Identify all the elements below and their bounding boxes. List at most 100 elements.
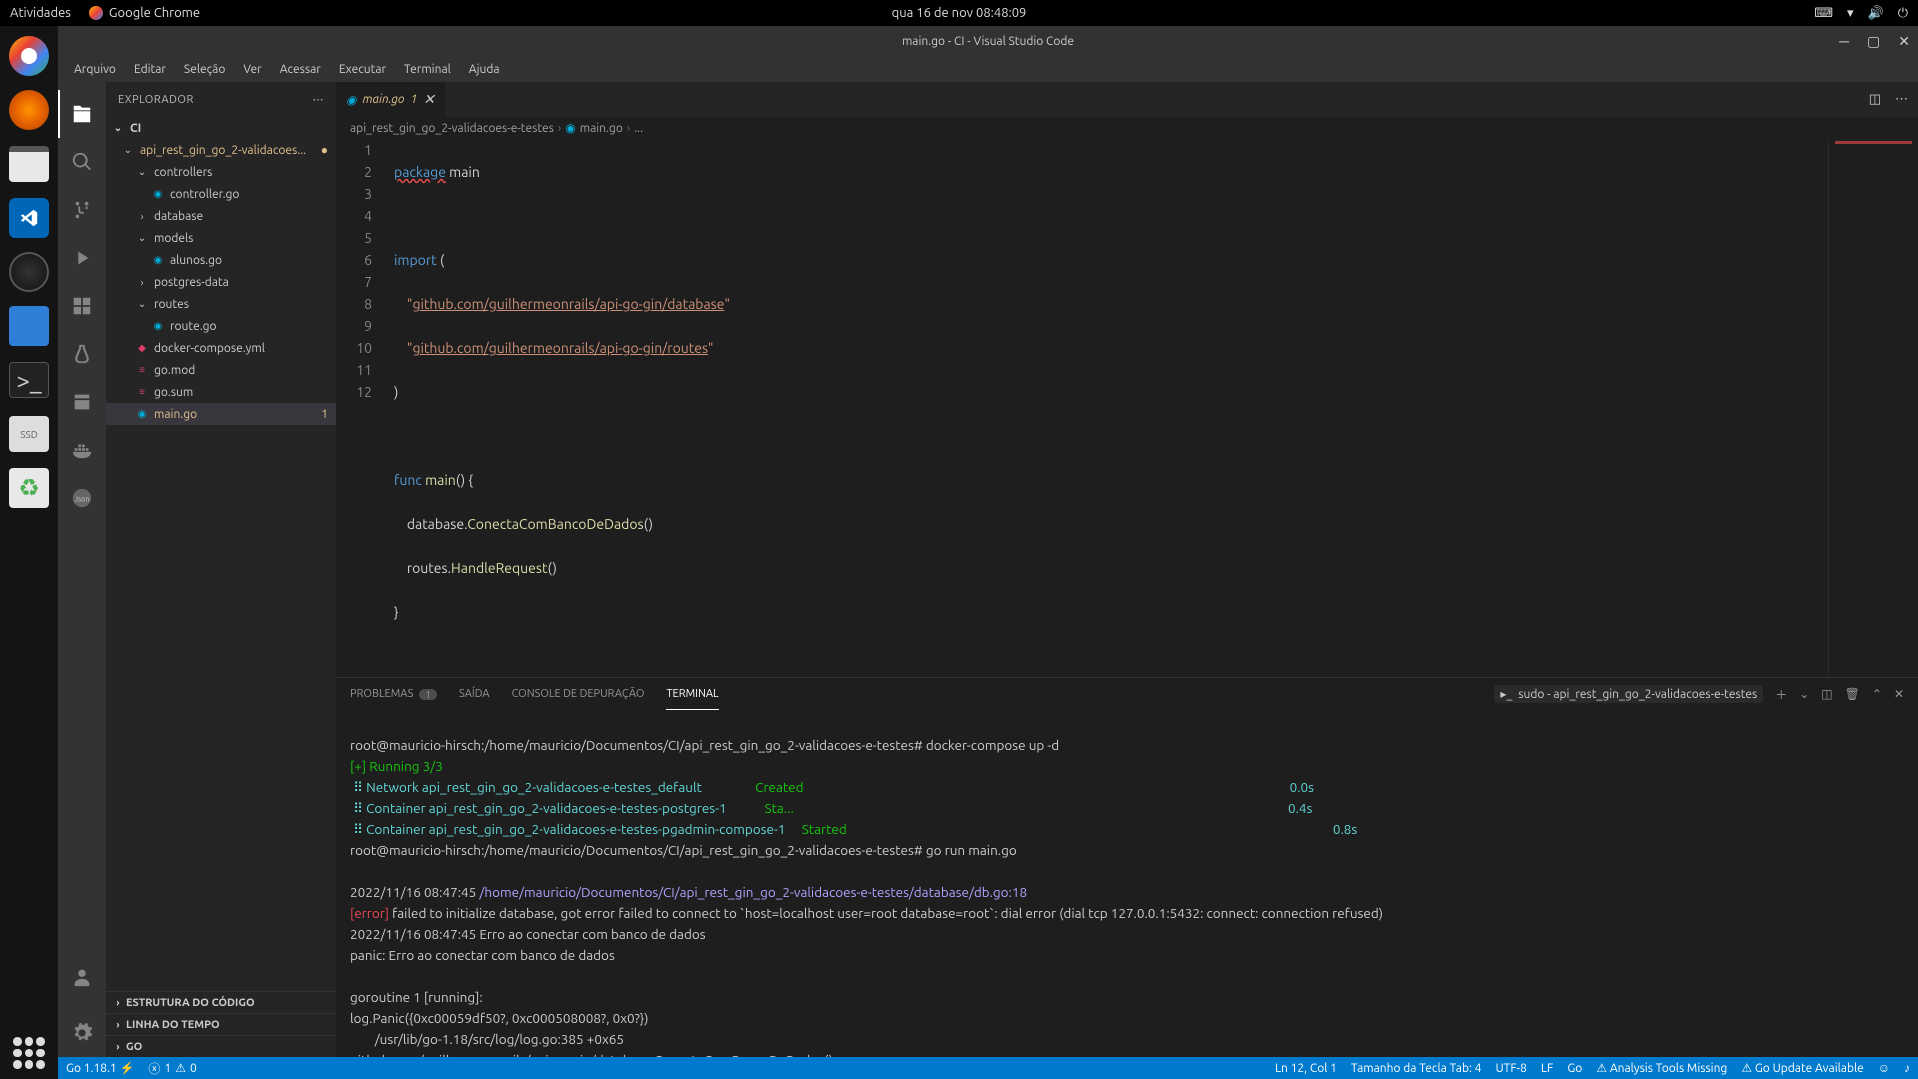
- minimize-button[interactable]: ─: [1839, 33, 1849, 50]
- panel-tab-console[interactable]: CONSOLE DE DEPURAÇÃO: [512, 678, 645, 710]
- activity-explorer[interactable]: [58, 90, 106, 138]
- split-terminal-icon[interactable]: ◫: [1821, 687, 1832, 701]
- close-tab-icon[interactable]: ✕: [423, 91, 435, 108]
- code-editor[interactable]: 123456789101112 package main import ( "g…: [336, 139, 1918, 677]
- code-content[interactable]: package main import ( "github.com/guilhe…: [388, 139, 1828, 677]
- maximize-panel-icon[interactable]: ⌃: [1872, 687, 1882, 701]
- status-go-update[interactable]: ⚠ Go Update Available: [1741, 1061, 1863, 1075]
- status-feedback-icon[interactable]: ☺: [1878, 1061, 1890, 1075]
- breadcrumb[interactable]: api_rest_gin_go_2-validacoes-e-testes› ◉…: [336, 117, 1918, 139]
- terminal-output[interactable]: root@mauricio-hirsch:/home/mauricio/Docu…: [336, 710, 1918, 1057]
- maximize-button[interactable]: ▢: [1867, 33, 1880, 50]
- panel-tab-terminal[interactable]: TERMINAL: [666, 678, 718, 710]
- window-title: main.go - CI - Visual Studio Code: [902, 35, 1074, 48]
- close-button[interactable]: ✕: [1898, 33, 1910, 50]
- power-icon[interactable]: ⏻: [1898, 6, 1908, 21]
- yaml-file-icon: ◆: [134, 342, 150, 354]
- status-language[interactable]: Go: [1567, 1062, 1582, 1075]
- dock-trash[interactable]: ♻: [5, 464, 53, 512]
- activity-account[interactable]: [58, 953, 106, 1001]
- more-actions-icon[interactable]: ⋯: [1895, 92, 1908, 107]
- volume-icon[interactable]: 🔊: [1868, 6, 1884, 21]
- status-problems[interactable]: ⓧ 1 ⚠ 0: [148, 1060, 196, 1077]
- dock-files[interactable]: [5, 140, 53, 188]
- activity-json[interactable]: Json: [58, 474, 106, 522]
- tab-bar: ◉ main.go 1 ✕ ◫ ⋯: [336, 82, 1918, 117]
- status-cursor-pos[interactable]: Ln 12, Col 1: [1275, 1062, 1337, 1075]
- status-eol[interactable]: LF: [1541, 1062, 1553, 1075]
- menu-ver[interactable]: Ver: [235, 59, 269, 80]
- section-go[interactable]: ›GO: [106, 1035, 336, 1057]
- dock-vscode[interactable]: [5, 194, 53, 242]
- tree-controllers[interactable]: ⌄controllers: [106, 161, 336, 183]
- status-analysis-tools[interactable]: ⚠ Analysis Tools Missing: [1596, 1061, 1727, 1075]
- activity-bar: Json: [58, 82, 106, 1057]
- dock-terminal[interactable]: >_: [5, 356, 53, 404]
- activity-search[interactable]: [58, 138, 106, 186]
- tree-postgres-data[interactable]: ›postgres-data: [106, 271, 336, 293]
- clock[interactable]: qua 16 de nov 08:48:09: [892, 6, 1027, 20]
- activities-button[interactable]: Atividades: [10, 6, 71, 20]
- tree-docker-compose[interactable]: ◆docker-compose.yml: [106, 337, 336, 359]
- status-tab-size[interactable]: Tamanho da Tecla Tab: 4: [1351, 1062, 1482, 1075]
- dock-ssd[interactable]: SSD: [5, 410, 53, 458]
- chevron-right-icon: ›: [110, 1019, 126, 1030]
- tree-go-mod[interactable]: ≡go.mod: [106, 359, 336, 381]
- tree-alunos-go[interactable]: ◉alunos.go: [106, 249, 336, 271]
- dock-firefox[interactable]: [5, 86, 53, 134]
- activity-testing[interactable]: [58, 330, 106, 378]
- status-encoding[interactable]: UTF-8: [1495, 1062, 1526, 1075]
- minimap[interactable]: [1828, 139, 1918, 677]
- tree-routes[interactable]: ⌄routes: [106, 293, 336, 315]
- wifi-icon[interactable]: ▾: [1847, 6, 1854, 21]
- terminal-selector[interactable]: ▸_sudo - api_rest_gin_go_2-validacoes-e-…: [1494, 685, 1763, 703]
- activity-debug[interactable]: [58, 234, 106, 282]
- dock-virtualbox[interactable]: [5, 302, 53, 350]
- tree-project[interactable]: ⌄ api_rest_gin_go_2-validacoes... ●: [106, 139, 336, 161]
- menu-arquivo[interactable]: Arquivo: [66, 59, 124, 80]
- activity-extensions[interactable]: [58, 282, 106, 330]
- activity-remote[interactable]: [58, 378, 106, 426]
- close-panel-icon[interactable]: ✕: [1894, 687, 1904, 701]
- line-numbers: 123456789101112: [336, 139, 388, 677]
- menu-editar[interactable]: Editar: [126, 59, 174, 80]
- sidebar: EXPLORADOR ⋯ ⌄ CI ⌄ api_rest_gin_go_2-va…: [106, 82, 336, 1057]
- menu-ajuda[interactable]: Ajuda: [461, 59, 508, 80]
- panel-tab-saida[interactable]: SAÍDA: [459, 678, 490, 710]
- tab-main-go[interactable]: ◉ main.go 1 ✕: [336, 82, 446, 117]
- menu-selecao[interactable]: Seleção: [176, 59, 233, 80]
- tree-main-go[interactable]: ◉main.go1: [106, 403, 336, 425]
- activity-settings[interactable]: [58, 1009, 106, 1057]
- menu-acessar[interactable]: Acessar: [272, 59, 329, 80]
- split-editor-icon[interactable]: ◫: [1869, 92, 1881, 107]
- status-bell-icon[interactable]: ♪: [1904, 1061, 1910, 1075]
- dock-apps-grid[interactable]: [13, 1037, 45, 1069]
- language-icon[interactable]: ⌨: [1814, 6, 1833, 21]
- terminal-dropdown-icon[interactable]: ⌄: [1799, 687, 1809, 701]
- tree-go-sum[interactable]: ≡go.sum: [106, 381, 336, 403]
- active-app[interactable]: Google Chrome: [89, 6, 200, 20]
- panel-tabs: PROBLEMAS1 SAÍDA CONSOLE DE DEPURAÇÃO TE…: [336, 678, 1918, 710]
- tree-route-go[interactable]: ◉route.go: [106, 315, 336, 337]
- chevron-right-icon: ›: [134, 277, 150, 288]
- tree-controller-go[interactable]: ◉controller.go: [106, 183, 336, 205]
- go-file-icon: ◉: [150, 188, 166, 200]
- activity-docker[interactable]: [58, 426, 106, 474]
- status-go-version[interactable]: Go 1.18.1 ⚡: [66, 1061, 134, 1075]
- explorer-more-icon[interactable]: ⋯: [313, 93, 325, 106]
- section-linha[interactable]: ›LINHA DO TEMPO: [106, 1013, 336, 1035]
- menu-executar[interactable]: Executar: [331, 59, 394, 80]
- dock-chrome[interactable]: [5, 32, 53, 80]
- section-estrutura[interactable]: ›ESTRUTURA DO CÓDIGO: [106, 991, 336, 1013]
- kill-terminal-icon[interactable]: 🗑: [1845, 687, 1860, 701]
- menu-terminal[interactable]: Terminal: [396, 59, 459, 80]
- new-terminal-icon[interactable]: ＋: [1775, 686, 1787, 703]
- dock-obs[interactable]: [5, 248, 53, 296]
- tree-models[interactable]: ⌄models: [106, 227, 336, 249]
- tree-database[interactable]: ›database: [106, 205, 336, 227]
- sum-file-icon: ≡: [134, 386, 150, 398]
- panel-tab-problemas[interactable]: PROBLEMAS1: [350, 678, 437, 710]
- tree-root[interactable]: ⌄ CI: [106, 117, 336, 139]
- editor-area: ◉ main.go 1 ✕ ◫ ⋯ api_rest_gin_go_2-vali…: [336, 82, 1918, 1057]
- activity-source-control[interactable]: [58, 186, 106, 234]
